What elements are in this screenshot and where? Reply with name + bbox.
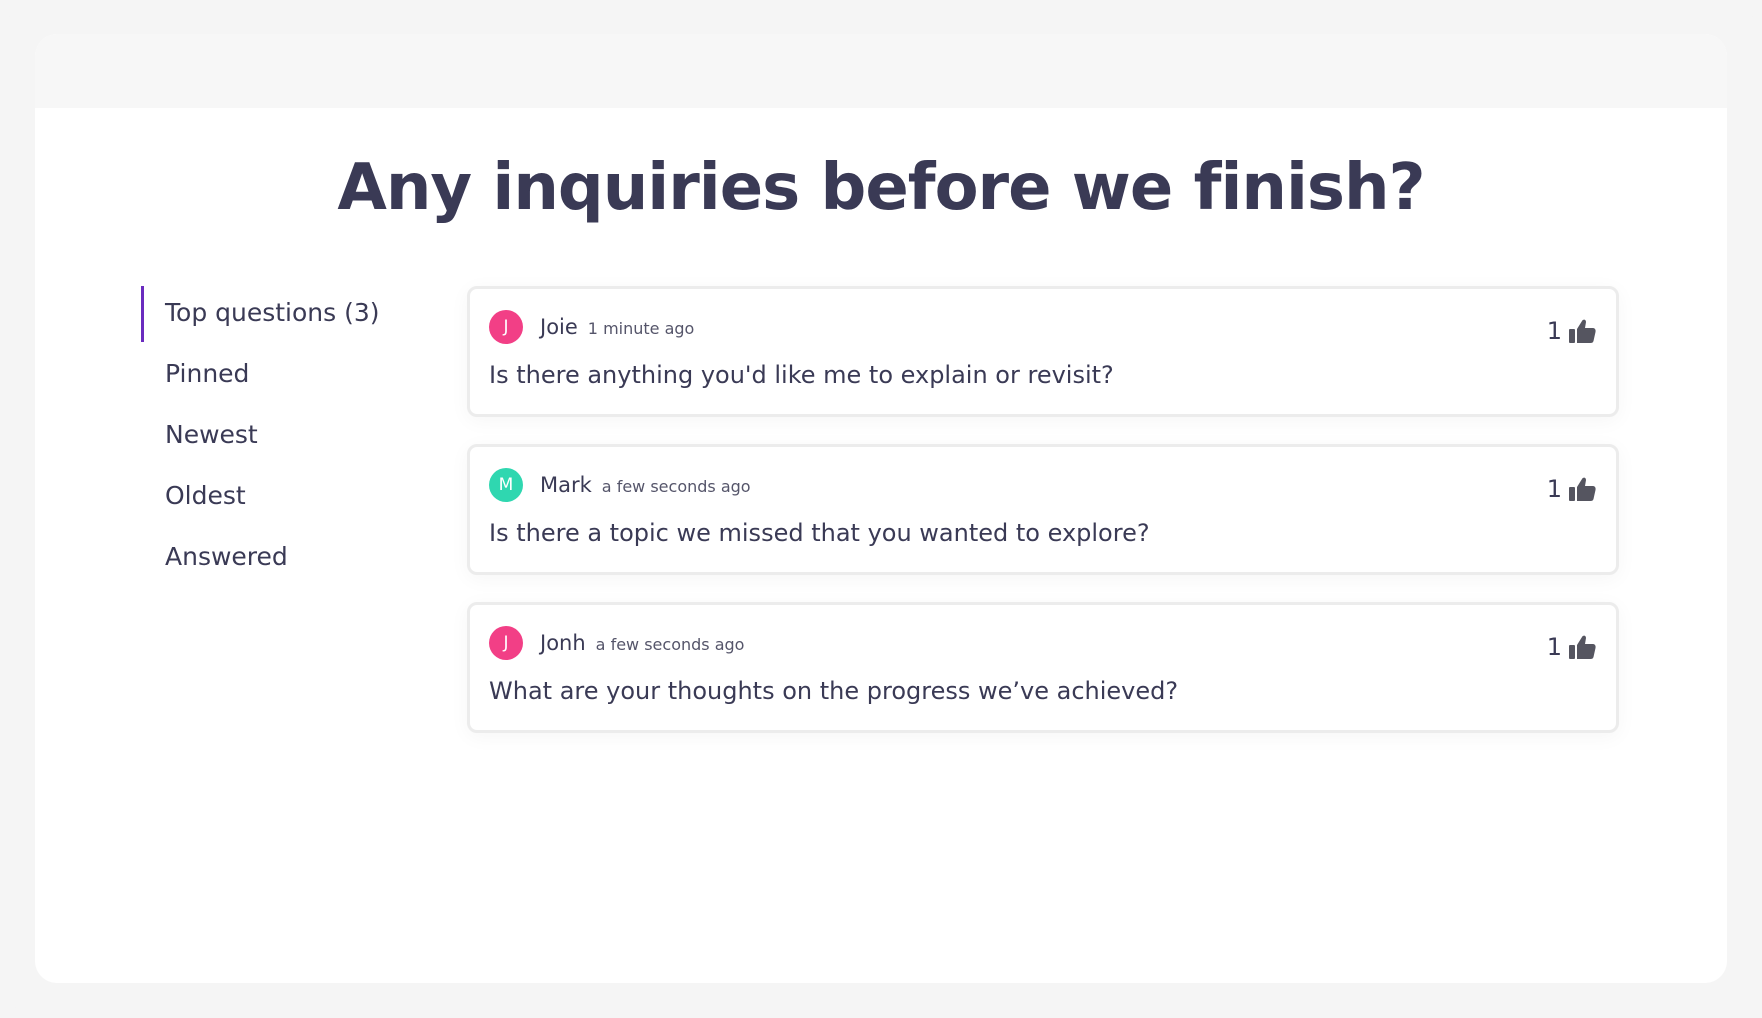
nav-item-oldest[interactable]: Oldest (141, 465, 441, 526)
avatar: J (489, 626, 523, 660)
question-list: J Joie 1 minute ago 1 Is there anything … (467, 286, 1619, 760)
nav-item-answered[interactable]: Answered (141, 526, 441, 587)
question-header: J Joie 1 minute ago (489, 309, 694, 345)
author-name: Mark (540, 473, 592, 497)
question-header: J Jonh a few seconds ago (489, 625, 744, 661)
question-card: J Joie 1 minute ago 1 Is there anything … (467, 286, 1619, 417)
page-title: Any inquiries before we finish? (337, 151, 1425, 225)
thumbs-up-icon (1568, 318, 1596, 344)
question-card: M Mark a few seconds ago 1 Is there a to… (467, 444, 1619, 575)
nav-item-top-questions[interactable]: Top questions (3) (141, 282, 441, 343)
question-text: Is there a topic we missed that you want… (489, 519, 1150, 547)
vote-count: 1 (1546, 317, 1562, 345)
thumbs-up-icon (1568, 476, 1596, 502)
top-bar (35, 34, 1727, 108)
question-header: M Mark a few seconds ago (489, 467, 751, 503)
vote-count: 1 (1546, 633, 1562, 661)
author-name: Joie (540, 315, 578, 339)
nav-item-newest[interactable]: Newest (141, 404, 441, 465)
author-name: Jonh (540, 631, 586, 655)
nav-item-pinned[interactable]: Pinned (141, 343, 441, 404)
timestamp: a few seconds ago (595, 634, 745, 654)
upvote-button[interactable]: 1 (1547, 475, 1596, 503)
avatar: M (489, 468, 523, 502)
outer-frame: Any inquiries before we finish? Top ques… (0, 0, 1762, 1018)
question-card: J Jonh a few seconds ago 1 What are your… (467, 602, 1619, 733)
vote-count: 1 (1546, 475, 1562, 503)
question-text: What are your thoughts on the progress w… (489, 677, 1179, 705)
presentation-window: Any inquiries before we finish? Top ques… (35, 34, 1727, 983)
upvote-button[interactable]: 1 (1547, 317, 1596, 345)
avatar: J (489, 310, 523, 344)
timestamp: 1 minute ago (587, 318, 695, 338)
question-text: Is there anything you'd like me to expla… (489, 361, 1114, 389)
upvote-button[interactable]: 1 (1547, 633, 1596, 661)
timestamp: a few seconds ago (601, 476, 751, 496)
question-filter-nav: Top questions (3) Pinned Newest Oldest A… (141, 282, 441, 587)
thumbs-up-icon (1568, 634, 1596, 660)
